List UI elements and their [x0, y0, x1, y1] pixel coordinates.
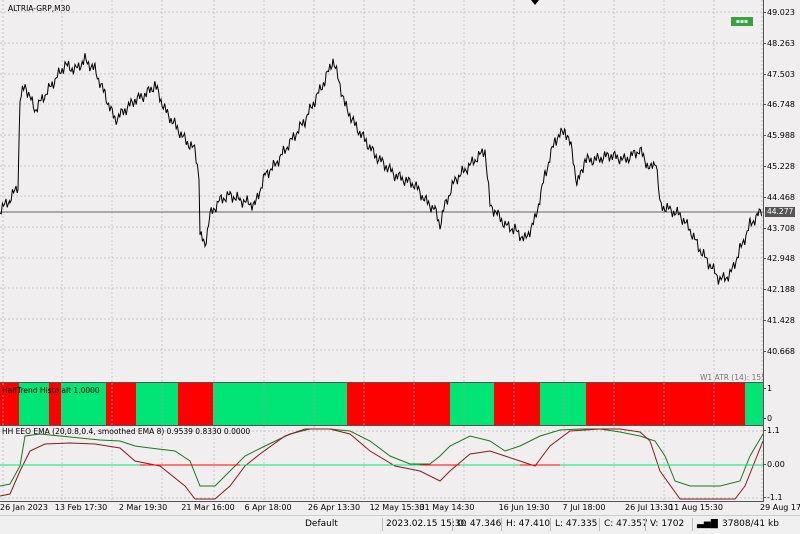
price-tick: 48.263	[763, 38, 795, 48]
eeo-oscillator	[0, 426, 763, 501]
time-tick: 29 Aug 17:3	[760, 503, 800, 512]
time-axis: 26 Jan 2023 13 Feb 17:30 2 Mar 19:30 21 Mar…	[0, 502, 800, 515]
price-scale[interactable]: 49.023 48.263 47.503 46.748 45.988 45.228 44.4…	[762, 0, 800, 515]
status-datetime: 2023.02.15 15:30	[386, 519, 467, 529]
eeo-scale-mid: 0.00	[763, 460, 785, 469]
histo-bar	[106, 383, 136, 425]
histo-scale-0: 0	[762, 414, 773, 423]
price-tick: 44.468	[763, 192, 795, 202]
price-tick: 45.228	[763, 162, 795, 171]
price-tick: 40.668	[763, 346, 795, 356]
time-tick: 26 Jan 2023	[0, 503, 48, 512]
time-tick: 13 Feb 17:30	[54, 503, 108, 512]
time-tick: 7 Jul 18:00	[562, 503, 606, 512]
status-close: C: 47.357	[604, 519, 648, 529]
halftrend-histogram	[0, 383, 763, 425]
price-pane[interactable]: ALTRIA-GRP,M30 W1 ATR (14): 155 pips ▪▪▪	[0, 0, 763, 383]
status-low: L: 47.335	[555, 519, 598, 529]
time-tick: 31 May 14:30	[419, 503, 475, 512]
symbol-label: ALTRIA-GRP,M30	[8, 4, 71, 13]
eeo-scale-top: 1.1	[763, 426, 780, 435]
time-tick: 12 May 15:30	[369, 503, 425, 512]
trade-marker[interactable]: ▪▪▪	[731, 17, 753, 26]
status-high: H: 47.410	[506, 519, 551, 529]
halftrend-histo-pane[interactable]: HalfTrend Histo alt 1.0000	[0, 383, 763, 426]
status-volume: V: 1702	[650, 519, 685, 529]
eeo-pane[interactable]: HH EEO EMA (20,0.8,0.4, smoothed EMA 8) …	[0, 426, 763, 502]
histo-bar	[347, 383, 450, 425]
histo-scale-1: 1	[762, 384, 773, 393]
histo-bar	[213, 383, 347, 425]
time-tick: 11 Aug 15:30	[669, 503, 723, 512]
histo-bar	[450, 383, 494, 425]
shift-marker-icon[interactable]	[531, 0, 539, 5]
chart-area[interactable]: ALTRIA-GRP,M30 W1 ATR (14): 155 pips ▪▪▪…	[0, 0, 763, 515]
current-price-tag: 44.277	[765, 207, 796, 217]
eeo-main-line	[0, 428, 763, 500]
price-series	[0, 53, 763, 285]
status-traffic: 37808/41 kb	[722, 519, 779, 529]
price-tick: 43.708	[763, 223, 795, 233]
histo-bar	[586, 383, 745, 425]
eeo-label: HH EEO EMA (20,0.8,0.4, smoothed EMA 8) …	[2, 427, 251, 436]
traffic-icon: ▃▅▇	[697, 519, 718, 529]
eeo-scale-bottom: -1.1	[763, 493, 783, 502]
price-tick: 42.188	[763, 285, 795, 295]
histo-bar	[136, 383, 178, 425]
histo-bar	[178, 383, 213, 425]
profile-name[interactable]: Default	[305, 519, 338, 529]
price-tick: 41.428	[763, 316, 795, 325]
time-tick: 16 Jun 19:30	[498, 503, 550, 512]
time-tick: 2 Mar 19:30	[118, 503, 168, 512]
time-tick: 26 Jul 13:30	[625, 503, 673, 512]
histo-label: HalfTrend Histo alt 1.0000	[2, 386, 100, 395]
histo-bar	[745, 383, 763, 425]
histo-bar	[494, 383, 540, 425]
time-tick: 6 Apr 18:00	[244, 503, 292, 512]
price-tick: 49.023	[763, 8, 795, 17]
histo-bar	[540, 383, 586, 425]
time-tick: 21 Mar 16:00	[181, 503, 235, 512]
price-tick: 42.948	[763, 254, 795, 264]
atr-label: W1 ATR (14): 155 pips	[700, 373, 763, 382]
price-tick: 47.503	[763, 69, 795, 79]
price-tick: 45.988	[763, 131, 795, 141]
price-tick: 46.748	[763, 100, 795, 110]
time-tick: 26 Apr 13:30	[307, 503, 361, 512]
status-open: O: 47.346	[457, 519, 502, 529]
price-chart	[0, 0, 763, 382]
status-bar: Default 2023.02.15 15:30 O: 47.346 H: 47…	[0, 515, 800, 534]
